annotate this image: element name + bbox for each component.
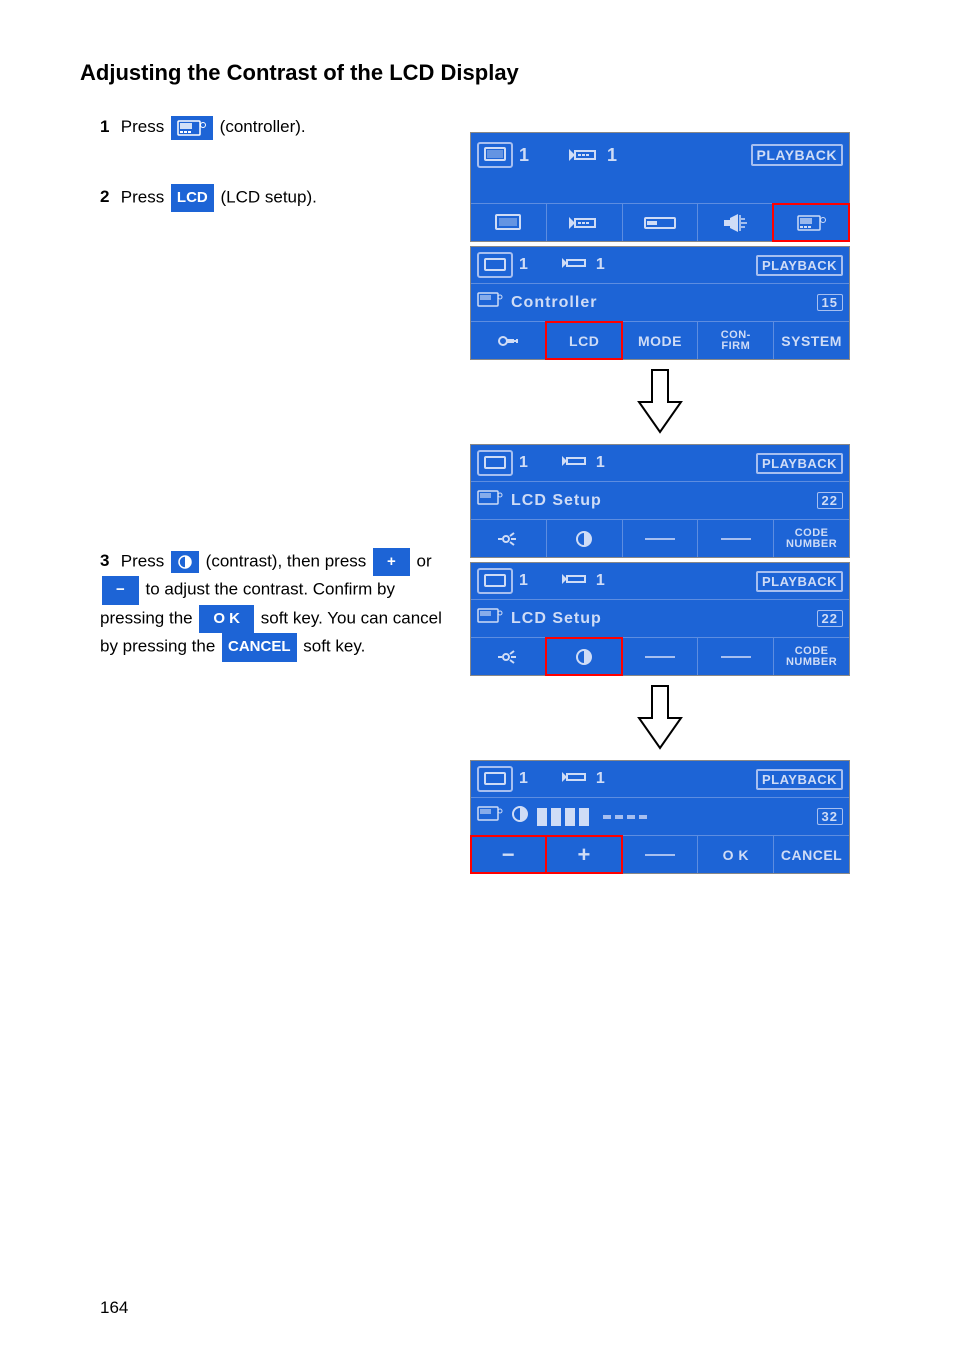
controller-icon-small bbox=[477, 805, 503, 828]
controller-icon-small bbox=[477, 291, 503, 314]
playback-badge: PLAYBACK bbox=[756, 255, 843, 276]
controller-icon bbox=[171, 116, 213, 140]
camera-icon bbox=[567, 145, 601, 165]
panel-title: LCD Setup bbox=[511, 610, 602, 628]
softkey-empty-2 bbox=[697, 638, 773, 675]
step-3-text-5: soft key. bbox=[303, 637, 365, 656]
softkey-empty bbox=[622, 836, 698, 873]
camera-icon bbox=[560, 769, 590, 790]
monitor-icon bbox=[477, 252, 513, 278]
panel-title: LCD Setup bbox=[511, 492, 602, 510]
lcd-panel-main: 1 1 PLAYBACK bbox=[470, 132, 850, 242]
step-3-text-2: (contrast), then press bbox=[206, 551, 371, 570]
softkey-mode[interactable]: MODE bbox=[622, 322, 698, 359]
monitor-num: 1 bbox=[519, 145, 529, 166]
softkey-lock[interactable] bbox=[471, 322, 546, 359]
softkey-empty-1 bbox=[622, 520, 698, 557]
lcd-panel-contrast-adjust: 1 1 PLAYBACK 32 − + O K bbox=[470, 760, 850, 874]
panel-title: Controller bbox=[511, 294, 597, 312]
contrast-icon bbox=[511, 805, 529, 828]
page-title: Adjusting the Contrast of the LCD Displa… bbox=[80, 60, 894, 86]
ok-softkey-inline: O K bbox=[199, 605, 254, 634]
minus-softkey-inline: − bbox=[102, 576, 139, 605]
playback-badge: PLAYBACK bbox=[756, 571, 843, 592]
panel-code: 15 bbox=[817, 294, 843, 311]
softkey-codenumber[interactable]: CODENUMBER bbox=[773, 638, 849, 675]
softkey-contrast[interactable] bbox=[546, 520, 622, 557]
softkey-audio[interactable] bbox=[697, 204, 773, 241]
monitor-num: 1 bbox=[519, 572, 528, 590]
plus-softkey-inline: + bbox=[373, 548, 410, 577]
step-2-text-post: (LCD setup). bbox=[220, 187, 316, 206]
panel-code: 22 bbox=[817, 492, 843, 509]
lcd-panel-lcdsetup-2: 1 1 PLAYBACK LCD Setup 22 CODENUMBER bbox=[470, 562, 850, 676]
monitor-icon bbox=[477, 142, 513, 168]
monitor-icon bbox=[477, 450, 513, 476]
camera-icon bbox=[560, 571, 590, 592]
playback-badge: PLAYBACK bbox=[751, 144, 844, 166]
camera-num: 1 bbox=[607, 145, 617, 166]
monitor-num: 1 bbox=[519, 770, 528, 788]
camera-num: 1 bbox=[596, 770, 605, 788]
camera-num: 1 bbox=[596, 572, 605, 590]
camera-icon bbox=[560, 453, 590, 474]
softkey-controller[interactable] bbox=[773, 204, 849, 241]
step-1-text-post: (controller). bbox=[220, 117, 306, 136]
panel-code: 32 bbox=[817, 808, 843, 825]
softkey-ok[interactable]: O K bbox=[697, 836, 773, 873]
monitor-icon bbox=[477, 766, 513, 792]
softkey-plus[interactable]: + bbox=[546, 836, 622, 873]
softkey-system[interactable]: SYSTEM bbox=[773, 322, 849, 359]
contrast-level-bar bbox=[537, 808, 647, 826]
arrow-down-icon bbox=[470, 368, 850, 436]
softkey-codenumber[interactable]: CODENUMBER bbox=[773, 520, 849, 557]
softkey-brightness[interactable] bbox=[471, 520, 546, 557]
lcd-softkey-inline: LCD bbox=[171, 184, 214, 213]
cancel-softkey-inline: CANCEL bbox=[222, 633, 297, 662]
monitor-num: 1 bbox=[519, 256, 528, 274]
page-number: 164 bbox=[100, 1298, 128, 1318]
softkey-camera[interactable] bbox=[546, 204, 622, 241]
controller-icon-small bbox=[477, 607, 503, 630]
camera-icon bbox=[560, 255, 590, 276]
step-3-text-or: or bbox=[417, 551, 432, 570]
softkey-empty-2 bbox=[697, 520, 773, 557]
softkey-cancel[interactable]: CANCEL bbox=[773, 836, 849, 873]
softkey-minus[interactable]: − bbox=[471, 836, 546, 873]
monitor-num: 1 bbox=[519, 454, 528, 472]
step-2-text-pre: Press bbox=[121, 187, 169, 206]
playback-badge: PLAYBACK bbox=[756, 453, 843, 474]
lcd-panel-controller: 1 1 PLAYBACK Controller 15 LCD MODE CON-… bbox=[470, 246, 850, 360]
softkey-empty-1 bbox=[622, 638, 698, 675]
step-1-text-pre: Press bbox=[121, 117, 169, 136]
contrast-icon-inline bbox=[171, 551, 199, 573]
softkey-contrast[interactable] bbox=[546, 638, 622, 675]
arrow-down-icon bbox=[470, 684, 850, 752]
camera-num: 1 bbox=[596, 454, 605, 472]
lcd-panel-lcdsetup-1: 1 1 PLAYBACK LCD Setup 22 CODENUMBER bbox=[470, 444, 850, 558]
step-3-text-1: Press bbox=[121, 551, 169, 570]
monitor-icon bbox=[477, 568, 513, 594]
softkey-confirm[interactable]: CON-FIRM bbox=[697, 322, 773, 359]
step-num: 1 bbox=[100, 114, 116, 140]
camera-num: 1 bbox=[596, 256, 605, 274]
softkey-lcd[interactable]: LCD bbox=[546, 322, 622, 359]
softkey-recorder[interactable] bbox=[622, 204, 698, 241]
step-num: 3 bbox=[100, 548, 116, 574]
playback-badge: PLAYBACK bbox=[756, 769, 843, 790]
panel-code: 22 bbox=[817, 610, 843, 627]
softkey-monitor[interactable] bbox=[471, 204, 546, 241]
controller-icon-small bbox=[477, 489, 503, 512]
step-num: 2 bbox=[100, 184, 116, 210]
softkey-brightness[interactable] bbox=[471, 638, 546, 675]
